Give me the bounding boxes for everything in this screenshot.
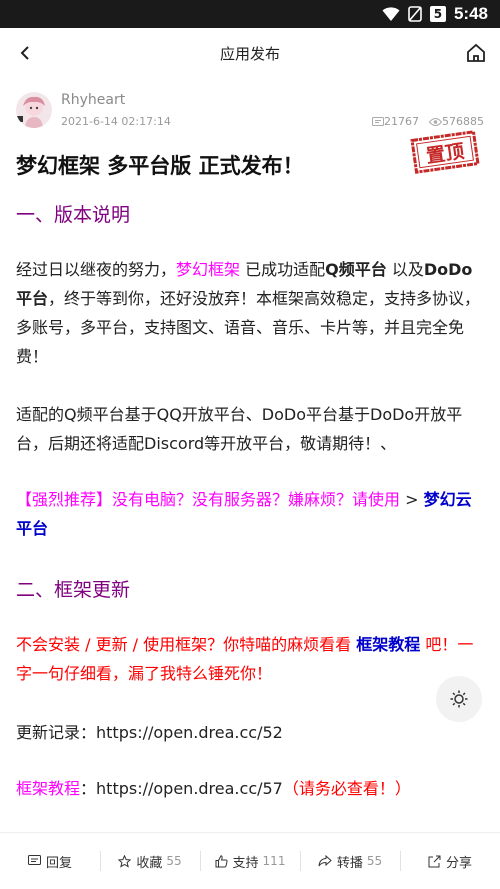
arrow-glyph: >	[405, 490, 419, 509]
paragraph-recommend: 【强烈推荐】没有电脑？没有服务器？嫌麻烦？请使用 > 梦幻云平台	[16, 485, 486, 543]
paragraph-adapter: 适配的Q频平台基于QQ开放平台、DoDo平台基于DoDo开放平台，后期还将适配D…	[16, 405, 463, 453]
app-bar: 应用发布	[0, 28, 500, 80]
paragraph-warning: 不会安装 / 更新 / 使用框架？你特喵的麻烦看看 框架教程 吧！一字一句仔细看…	[16, 630, 486, 688]
post-content: Rhyheart 2021-6-14 02:17:14 21767 576885…	[0, 80, 500, 828]
pin-label: 置顶	[425, 140, 466, 167]
status-time: 5:48	[453, 4, 488, 23]
section-heading-2: 二、框架更新	[16, 579, 131, 601]
status-bar: 5 5:48	[0, 0, 500, 28]
view-count: 576885	[428, 115, 484, 128]
brightness-toggle-button[interactable]	[436, 676, 482, 722]
no-sim-icon	[408, 6, 422, 22]
favorite-label: 收藏	[136, 855, 163, 871]
eye-icon	[428, 118, 443, 126]
reply-button[interactable]: 回复	[0, 833, 100, 889]
tutorial-label: 框架教程	[16, 779, 81, 798]
qpin-platform: Q频平台	[325, 260, 387, 279]
tutorial-colon: ：	[80, 779, 97, 798]
intro-text-2: 已成功适配	[245, 260, 326, 279]
star-icon	[118, 854, 132, 868]
support-count: 111	[262, 854, 286, 868]
warning-text-1: 不会安装 / 更新 / 使用框架？你特喵的麻烦看看	[16, 635, 352, 654]
share-icon	[428, 855, 441, 867]
tutorial-link[interactable]: 框架教程	[356, 635, 420, 654]
favorite-button[interactable]: 收藏 55	[100, 833, 200, 889]
bottom-action-bar: 回复 收藏 55 支持 111 转播 55 分享	[0, 832, 500, 889]
recommend-text: 【强烈推荐】没有电脑？没有服务器？嫌麻烦？请使用	[16, 490, 401, 509]
support-button[interactable]: 支持 111	[200, 833, 300, 889]
intro-text-1: 经过日以继夜的努力，	[16, 260, 177, 279]
battery-icon: 5	[429, 6, 446, 22]
favorite-count: 55	[166, 854, 182, 868]
repost-button[interactable]: 转播 55	[300, 833, 400, 889]
share-label: 分享	[445, 855, 472, 871]
repost-count: 55	[366, 854, 383, 868]
paragraph-intro: 经过日以继夜的努力，梦幻框架 已成功适配Q频平台 以及DoDo平台，终于等到你，…	[16, 255, 486, 371]
post-stats: 21767 576885	[372, 115, 484, 128]
intro-text-3: 以及	[391, 260, 424, 279]
avatar[interactable]	[16, 92, 52, 128]
share-button[interactable]: 分享	[400, 833, 500, 889]
tutorial-url[interactable]: https://open.drea.cc/57	[96, 779, 283, 798]
intro-text-4: ，终于等到你，还好没放弃！本框架高效稳定，支持多协议，多账号，多平台，支持图文、…	[16, 289, 481, 366]
pinned-stamp: 置顶	[410, 130, 480, 175]
repost-label: 转播	[336, 855, 363, 871]
support-label: 支持	[232, 855, 259, 871]
framework-name-link[interactable]: 梦幻框架	[176, 260, 240, 279]
post-title: 梦幻框架 多平台版 正式发布！	[16, 154, 304, 178]
author-name[interactable]: Rhyheart	[61, 92, 125, 108]
author-row: Rhyheart 2021-6-14 02:17:14 21767 576885	[16, 92, 484, 132]
comment-icon	[27, 855, 41, 865]
page-title: 应用发布	[219, 45, 280, 63]
changelog-line: 更新记录：https://open.drea.cc/52	[16, 718, 486, 747]
wifi-icon	[382, 7, 400, 21]
forward-icon	[318, 855, 332, 867]
thumbs-up-icon	[215, 854, 228, 867]
comment-count: 21767	[372, 115, 419, 128]
reply-label: 回复	[45, 855, 72, 871]
tutorial-note: （请务必查看！）	[282, 779, 411, 798]
home-icon[interactable]	[464, 41, 488, 65]
tutorial-line: 框架教程：https://open.drea.cc/57（请务必查看！）	[16, 774, 486, 803]
sun-icon	[450, 690, 468, 708]
post-date: 2021-6-14 02:17:14	[61, 115, 171, 128]
changelog-label: 更新记录：	[16, 723, 97, 742]
comment-icon	[372, 116, 384, 126]
changelog-url[interactable]: https://open.drea.cc/52	[96, 723, 283, 742]
section-heading-1: 一、版本说明	[16, 204, 131, 226]
